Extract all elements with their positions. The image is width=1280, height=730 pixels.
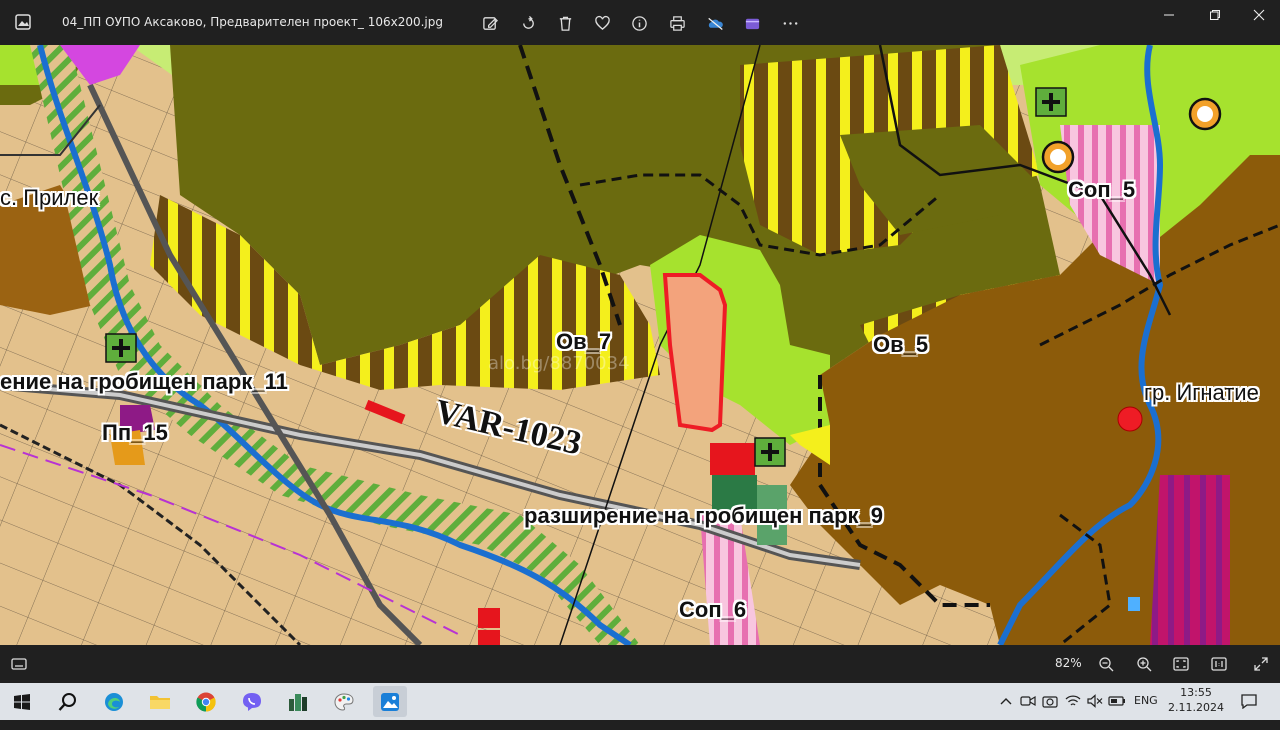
status-bar: 82% xyxy=(0,645,1280,683)
file-explorer-icon[interactable] xyxy=(143,686,177,717)
zoom-out-icon[interactable] xyxy=(1095,654,1117,674)
clock[interactable]: 13:55 2.11.2024 г. xyxy=(1166,685,1226,730)
clock-time: 13:55 xyxy=(1180,686,1212,699)
paint-icon[interactable] xyxy=(327,686,361,717)
onedrive-icon[interactable] xyxy=(704,12,726,34)
meet-icon[interactable] xyxy=(1019,692,1037,710)
title-bar: 04_ПП ОУПО Аксаково, Предварителен проек… xyxy=(0,0,1280,45)
print-icon[interactable] xyxy=(666,12,688,34)
edge-icon[interactable] xyxy=(97,686,131,717)
label-ov7: Ов_7 xyxy=(556,329,612,354)
label-pp15: Пп_15 xyxy=(102,420,168,445)
fullscreen-icon[interactable] xyxy=(1250,654,1272,674)
chevron-up-icon[interactable] xyxy=(997,692,1015,710)
close-button[interactable] xyxy=(1236,0,1280,30)
favorite-icon[interactable] xyxy=(591,12,613,34)
volume-muted-icon[interactable] xyxy=(1086,692,1104,710)
label-sop5: Соп_5 xyxy=(1068,177,1136,202)
start-icon[interactable] xyxy=(5,686,39,717)
label-sop6: Соп_6 xyxy=(679,597,747,622)
label-cemetery-ext-9: разширение на гробищен парк_9 xyxy=(524,503,884,528)
battery-icon[interactable] xyxy=(1108,692,1126,710)
wifi-icon[interactable] xyxy=(1064,692,1082,710)
rotate-icon[interactable] xyxy=(517,12,539,34)
more-icon[interactable] xyxy=(779,12,801,34)
filmstrip-icon[interactable] xyxy=(8,654,30,674)
app-icon-city[interactable] xyxy=(281,686,315,717)
zoom-in-icon[interactable] xyxy=(1133,654,1155,674)
watermark: alo.bg/8870034 xyxy=(488,353,630,374)
image-canvas[interactable]: с. Прилек ение на гробищен парк_11 Пп_15… xyxy=(0,45,1280,645)
zoning-map xyxy=(0,45,1280,645)
search-icon[interactable] xyxy=(51,686,85,717)
taskbar: ENG 13:55 2.11.2024 г. xyxy=(0,683,1280,729)
label-ignatievo: гр. Игнатие xyxy=(1144,380,1259,405)
zoom-level: 82% xyxy=(1055,656,1082,670)
fit-to-window-icon[interactable] xyxy=(1170,654,1192,674)
clock-date: 2.11.2024 г. xyxy=(1168,701,1224,729)
photos-taskbar-icon[interactable] xyxy=(373,686,407,717)
delete-icon[interactable] xyxy=(554,12,576,34)
actual-size-icon[interactable] xyxy=(1208,654,1230,674)
window-title: 04_ПП ОУПО Аксаково, Предварителен проек… xyxy=(62,15,443,29)
label-prilek: с. Прилек xyxy=(0,185,99,210)
notifications-icon[interactable] xyxy=(1240,692,1258,710)
camera-icon[interactable] xyxy=(1041,692,1059,710)
maximize-button[interactable] xyxy=(1192,0,1238,30)
info-icon[interactable] xyxy=(628,12,650,34)
photos-app-icon xyxy=(14,13,32,31)
edit-icon[interactable] xyxy=(479,12,501,34)
clipchamp-icon[interactable] xyxy=(741,12,763,34)
chrome-icon[interactable] xyxy=(189,686,223,717)
label-ov5: Ов_5 xyxy=(873,332,929,357)
minimize-button[interactable] xyxy=(1146,0,1192,30)
viber-icon[interactable] xyxy=(235,686,269,717)
input-language[interactable]: ENG xyxy=(1134,694,1158,707)
label-cemetery-ext-11: ение на гробищен парк_11 xyxy=(0,369,288,394)
